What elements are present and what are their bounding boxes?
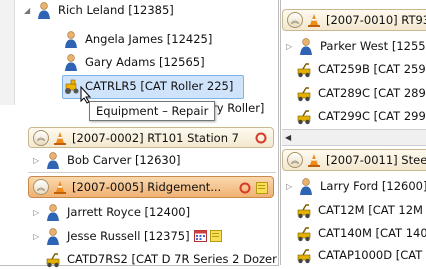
group-header-title: [2007-0010] RT93 [326,13,426,27]
expand-triangle-icon[interactable]: ▷ [33,232,43,241]
group-divider [28,172,276,173]
equipment-icon [297,61,312,78]
tree-item-bob-carver[interactable]: ▷ Bob Carver [12630] [33,150,181,170]
person-icon [46,203,61,221]
tree-item-label: CATAP1000D [CAT [318,248,423,262]
tree-item-cat140m[interactable]: CAT140M [CAT 140 [297,223,426,243]
person-icon [299,177,314,195]
tree-item-larry-ford[interactable]: ▷ Larry Ford [12600] [286,176,426,196]
tree-item-label: CAT289C [CAT 289 [318,86,426,100]
person-icon [37,1,52,19]
tree-item-label: Jesse Russell [12375] [67,229,190,243]
group-header-title: [2007-0002] RT101 Station 7 [72,130,239,145]
traffic-cone-icon [308,154,320,167]
group-header-2007-0002[interactable]: ︽ [2007-0002] RT101 Station 7 [28,127,274,148]
left-panel-scroll-strip [0,0,15,105]
calendar-icon [193,230,207,242]
scroll-left-arrow-icon[interactable]: ◀ [285,130,291,145]
tree-item-catd7rs2[interactable]: CATD7RS2 [CAT D 7R Series 2 Dozer [46,249,277,269]
tree-item-label: Larry Ford [12600] [320,179,426,193]
tree-item-label: CATRLR5 [CAT Roller 225] [85,79,234,93]
tree-item-label: CAT259B [CAT 259 [318,62,426,76]
group-header-title: [2007-0011] Stee [326,153,426,167]
traffic-cone-icon [54,131,66,145]
collapse-chevron-icon[interactable]: ︽ [287,152,303,168]
equipment-icon [297,225,312,242]
person-icon [64,53,79,71]
collapse-chevron-icon[interactable]: ︽ [287,12,303,28]
tree-item-cat259b[interactable]: CAT259B [CAT 259 [297,59,426,79]
tree-item-label: CAT12M [CAT 12M [318,203,423,217]
tree-item-jarrett-royce[interactable]: ▷ Jarrett Royce [12400] [33,202,190,222]
circle-status-icon [255,132,267,144]
expand-triangle-icon[interactable]: ▷ [286,42,296,51]
group-header-title: [2007-0005] Ridgement... [72,180,222,194]
tree-item-parker-west[interactable]: ▷ Parker West [1255 [286,36,426,56]
horizontal-scrollbar[interactable]: ◀ [282,129,426,146]
expand-triangle-icon[interactable]: ▷ [33,208,43,217]
tree-item-cat12m[interactable]: CAT12M [CAT 12M [297,200,423,220]
person-icon [299,37,314,55]
expand-triangle-icon[interactable]: ▷ [33,156,43,165]
person-icon [46,151,61,169]
tree-item-cat289c[interactable]: CAT289C [CAT 289 [297,83,426,103]
note-icon [256,182,268,194]
tree-item-catap1000d[interactable]: CATAP1000D [CAT [297,245,422,265]
tree-item-label: Angela James [12425] [85,32,213,46]
collapse-chevron-icon[interactable]: ︽ [33,129,49,146]
tree-item-label: CAT299C [CAT 299 [318,109,426,123]
tree-item-label: Gary Adams [12565] [85,55,205,69]
equipment-icon [297,108,312,125]
person-icon [64,30,79,48]
person-icon [46,227,61,245]
equipment-icon [297,247,312,264]
tree-item-cat299c[interactable]: CAT299C [CAT 299 [297,106,426,126]
group-header-2007-0010[interactable]: ︽ [2007-0010] RT93 [282,9,426,31]
tree-item-label: Jarrett Royce [12400] [67,205,191,219]
tree-item-label: Parker West [1255 [320,39,426,53]
equipment-icon [297,202,312,219]
note-icon [209,230,222,242]
tooltip: Equipment – Repair [89,101,216,121]
collapse-triangle-icon[interactable]: ◢ [24,6,34,15]
traffic-cone-icon [308,14,320,27]
collapse-chevron-icon[interactable]: ︽ [33,179,49,195]
tree-item-label: CATD7RS2 [CAT D 7R Series 2 Dozer [67,252,277,266]
tree-item-label: CAT140M [CAT 140 [318,226,426,240]
tree-item-rich-leland[interactable]: ◢ Rich Leland [12385] [24,0,174,20]
traffic-cone-icon [54,181,66,194]
tree-item-label: Bob Carver [12630] [67,153,181,167]
tooltip-text: Equipment – Repair [96,104,209,118]
group-header-2007-0011[interactable]: ︽ [2007-0011] Stee [282,149,426,171]
tree-item-angela-james[interactable]: Angela James [12425] [64,29,212,49]
expand-triangle-icon[interactable]: ▷ [286,182,296,191]
group-header-2007-0005[interactable]: ︽ [2007-0005] Ridgement... [28,176,274,198]
circle-status-icon [239,182,251,194]
tree-item-label: Rich Leland [12385] [58,3,174,17]
equipment-icon [297,85,312,102]
roller-equipment-icon [64,78,79,95]
tree-item-gary-adams[interactable]: Gary Adams [12565] [64,52,205,72]
tree-item-jesse-russell[interactable]: ▷ Jesse Russell [12375] [33,226,222,246]
